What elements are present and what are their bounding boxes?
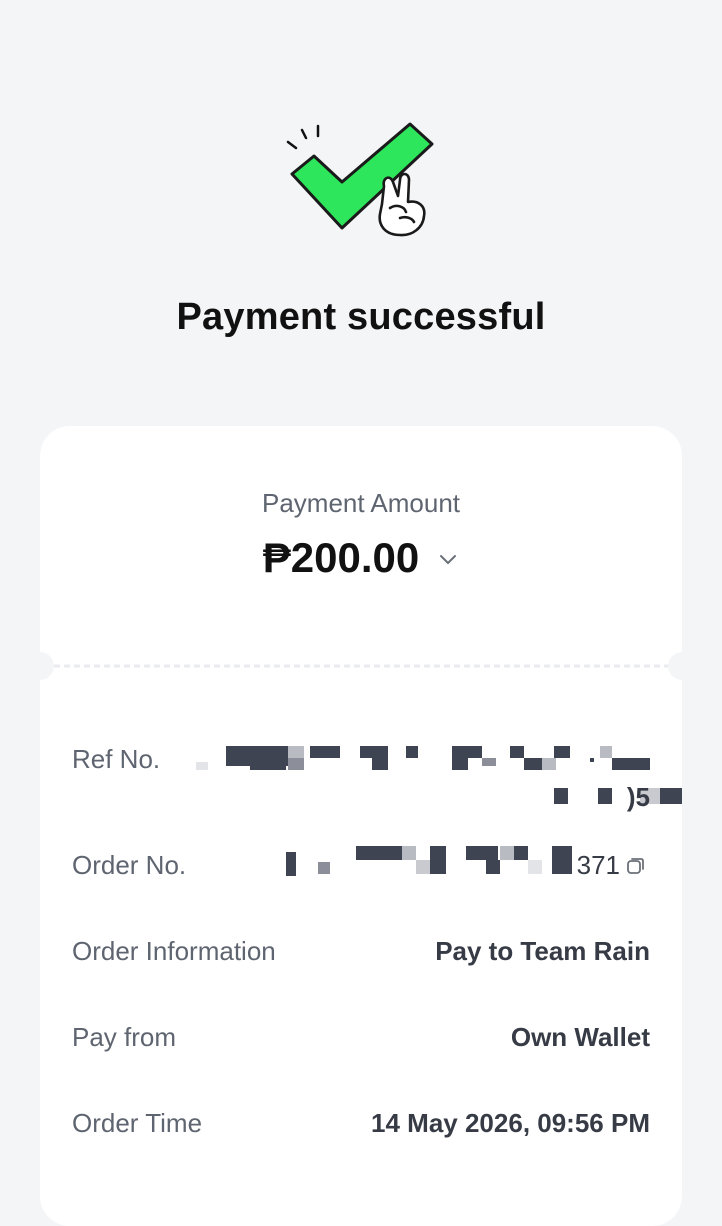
ref-no-value-redacted [192,744,682,814]
ref-no-value-tail: )5 [626,782,650,812]
order-time-value: 14 May 2026, 09:56 PM [371,1108,650,1138]
pay-from-label: Pay from [72,1022,177,1052]
order-information-label: Order Information [72,936,276,966]
amount-toggle[interactable]: ₱200.00 [40,534,682,582]
order-no-value-redacted [282,842,582,882]
order-information-row: Order Information Pay to Team Rain [72,936,650,1022]
order-information-value: Pay to Team Rain [435,936,650,966]
amount-value: ₱200.00 [262,534,420,581]
ref-no-row: Ref No.)5 [72,726,682,812]
ref-no-label: Ref No. [72,744,161,774]
order-no-row: Order No. 371 [72,846,650,936]
transaction-details: Ref No.)5 Order No. 371 Order Informati… [72,726,682,1194]
amount-label: Payment Amount [262,488,460,518]
order-no-label: Order No. [72,850,187,880]
pay-from-row: Pay from Own Wallet [72,1022,650,1108]
order-time-label: Order Time [72,1108,203,1138]
amount-section: Payment Amount ₱200.00 [40,426,682,666]
page-title: Payment successful [176,296,546,338]
success-header: Payment successful [0,0,722,400]
order-no-value-tail: 371 [576,850,620,880]
order-time-row: Order Time 14 May 2026, 09:56 PM [72,1108,650,1194]
payment-receipt-card: Payment Amount ₱200.00 Ref No.)5 Order … [40,426,682,1226]
perforation-divider [44,664,678,668]
chevron-down-icon[interactable] [437,549,459,571]
copy-icon[interactable] [626,856,646,876]
checkmark-peace-sign-icon [286,122,434,237]
pay-from-value: Own Wallet [510,1022,650,1052]
